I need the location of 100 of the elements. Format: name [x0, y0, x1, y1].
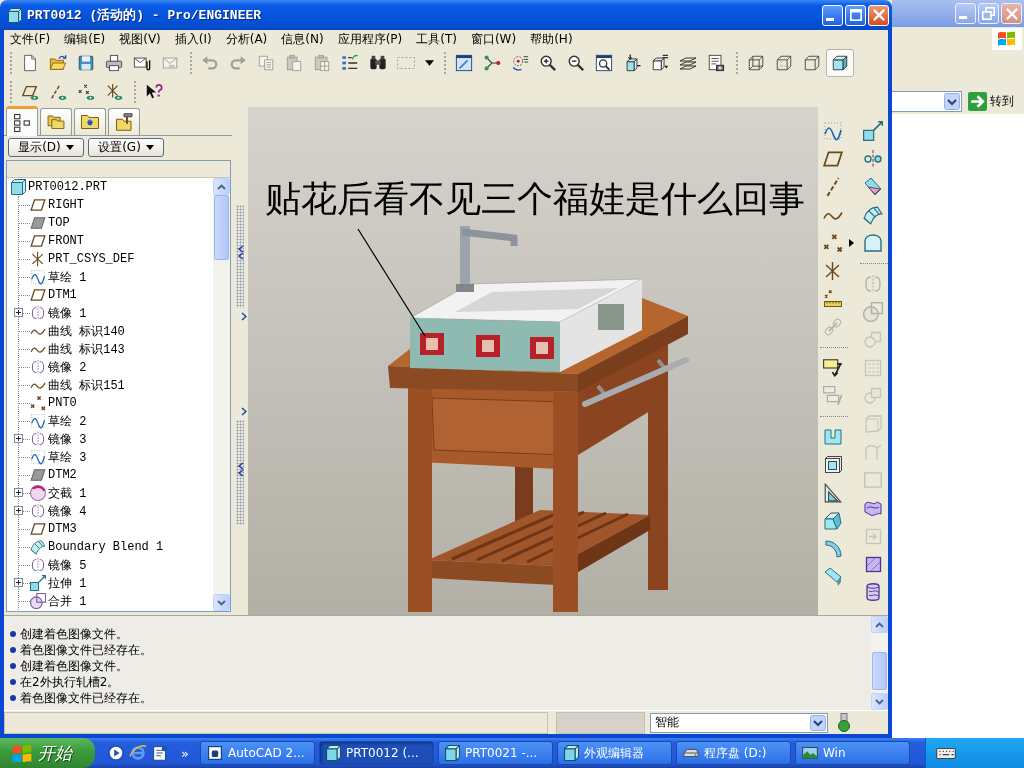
- start-button[interactable]: 开始: [0, 738, 95, 768]
- tree-item[interactable]: 拉伸 1: [48, 574, 87, 592]
- tree-item[interactable]: DTM1: [48, 288, 77, 302]
- scroll-down-button[interactable]: [213, 594, 230, 611]
- dotted-frame-wave-icon: [823, 121, 843, 141]
- minimize-icon: [826, 17, 834, 21]
- globe-ring-icon[interactable]: [129, 744, 147, 762]
- tree-item[interactable]: TOP: [48, 216, 70, 230]
- expand-plus-icon[interactable]: [14, 434, 23, 443]
- panel-tab[interactable]: [108, 108, 140, 135]
- panel-tab[interactable]: [74, 108, 106, 135]
- tree-item[interactable]: 镜像 3: [48, 430, 87, 448]
- scroll-up-button[interactable]: [871, 616, 888, 633]
- maximize-button[interactable]: [845, 4, 866, 26]
- tree-item[interactable]: PRT_CSYS_DEF: [48, 252, 135, 266]
- menu-item[interactable]: 工具(T): [416, 31, 457, 47]
- menu-item[interactable]: 应用程序(P): [337, 31, 403, 47]
- chevron-right-icon[interactable]: [241, 312, 247, 321]
- tree-item[interactable]: 草绘 2: [48, 412, 87, 430]
- menu-item[interactable]: 信息(N): [281, 31, 324, 47]
- expand-plus-icon[interactable]: [14, 488, 23, 497]
- tree-item[interactable]: Boundary Blend 1: [48, 540, 164, 554]
- tree-item[interactable]: 曲线 标识140: [48, 322, 125, 340]
- model-viewport[interactable]: 贴花后看不见三个福娃是什么回事: [248, 107, 818, 615]
- cross-marks-icon: [823, 233, 843, 253]
- double-chevron-left-icon[interactable]: [236, 245, 244, 260]
- mirrored-arcs-icon: [863, 274, 883, 294]
- quick-launch-more-button[interactable]: »: [173, 746, 189, 760]
- tree-item[interactable]: 交截 1: [48, 484, 87, 502]
- scroll-up-button[interactable]: [213, 178, 230, 195]
- splitter-grip[interactable]: [236, 420, 244, 525]
- circle-arc-icon: [30, 485, 46, 501]
- taskbar-button[interactable]: 外观编辑器: [557, 741, 672, 765]
- parallelogram-icon: [30, 199, 46, 211]
- menu-item[interactable]: 文件(F): [10, 31, 51, 47]
- status-lamp-icon: [838, 713, 850, 732]
- go-button[interactable]: 转到: [968, 90, 1014, 112]
- menu-item[interactable]: 帮助(H): [530, 31, 573, 47]
- menu-item[interactable]: 窗口(W): [470, 31, 517, 47]
- copy-pages-icon: [257, 54, 275, 72]
- scrollbar-thumb[interactable]: [214, 195, 229, 260]
- tree-item[interactable]: FRONT: [48, 234, 84, 248]
- caret-icon: [65, 145, 74, 150]
- panel-tab[interactable]: [6, 106, 38, 136]
- taskbar-button[interactable]: 程序盘 (D:): [676, 741, 791, 765]
- tree-item[interactable]: 镜像 1: [48, 304, 87, 322]
- close-button[interactable]: [1001, 3, 1022, 24]
- tree-item[interactable]: 合并 1: [48, 592, 87, 610]
- tree-item[interactable]: 镜像 2: [48, 358, 87, 376]
- chevron-right-icon[interactable]: [241, 407, 247, 416]
- wavy-line-icon: [30, 381, 46, 389]
- scroll-down-button[interactable]: [871, 693, 888, 710]
- bullet-icon: [10, 663, 16, 669]
- dropdown-menu-button[interactable]: 设置(G): [88, 138, 164, 157]
- taskbar-button[interactable]: Win: [795, 741, 910, 765]
- address-dropdown[interactable]: [892, 90, 962, 112]
- menu-item[interactable]: 分析(A): [225, 31, 268, 47]
- filter-dropdown[interactable]: 智能: [650, 712, 828, 733]
- scrollbar-thumb[interactable]: [872, 652, 887, 690]
- tree-item[interactable]: 镜像 5: [48, 556, 87, 574]
- keyboard-icon[interactable]: [936, 747, 956, 759]
- tree-item[interactable]: 曲线 标识143: [48, 340, 125, 358]
- tree-item[interactable]: DTM3: [48, 522, 77, 536]
- cylinder-icon: [863, 582, 883, 602]
- menu-item[interactable]: 视图(V): [119, 31, 161, 47]
- dotted-frame-wave-icon: [30, 269, 46, 285]
- document-icon[interactable]: [151, 744, 169, 762]
- dropdown-menu-button[interactable]: 显示(D): [8, 138, 84, 157]
- wavy-line-icon: [30, 327, 46, 335]
- tree-item[interactable]: DTM2: [48, 468, 77, 482]
- close-icon: [872, 9, 885, 21]
- tree-item[interactable]: RIGHT: [48, 198, 84, 212]
- play-circle-icon[interactable]: [107, 744, 125, 762]
- toolbar-button[interactable]: [826, 49, 854, 77]
- flyout-arrow-icon[interactable]: [849, 239, 854, 247]
- annotation-text: 贴花后看不见三个福娃是什么回事: [265, 177, 805, 221]
- note-arrow-icon: [823, 359, 843, 377]
- expand-plus-icon[interactable]: [14, 578, 23, 587]
- list-arrows-icon: [341, 54, 359, 72]
- tree-item[interactable]: 曲线 标识151: [48, 376, 125, 394]
- dotted-frame-wave-icon: [30, 449, 46, 465]
- arrow-right-icon: [968, 91, 987, 111]
- expand-plus-icon[interactable]: [14, 506, 23, 515]
- tree-item[interactable]: 镜像 4: [48, 502, 87, 520]
- tilted-slab-icon: [863, 177, 883, 197]
- double-chevron-left-icon[interactable]: [236, 462, 244, 477]
- taskbar-button[interactable]: PRT0012 (...: [319, 741, 434, 765]
- taskbar-button[interactable]: PRT0021 -...: [438, 741, 553, 765]
- expand-plus-icon[interactable]: [14, 308, 23, 317]
- maximize-icon: [849, 9, 862, 21]
- menu-item[interactable]: 编辑(E): [64, 31, 106, 47]
- splitter-grip[interactable]: [236, 205, 244, 308]
- tree-item[interactable]: 草绘 3: [48, 448, 87, 466]
- tree-root-item[interactable]: PRT0012.PRT: [28, 180, 108, 194]
- menu-item[interactable]: 插入(I): [174, 31, 212, 47]
- taskbar-button[interactable]: AutoCAD 2...: [200, 741, 315, 765]
- nested-squares-icon: [823, 455, 843, 475]
- tree-item[interactable]: PNT0: [48, 396, 77, 410]
- curved-band-icon: [823, 539, 843, 559]
- tree-item[interactable]: 草绘 1: [48, 268, 87, 286]
